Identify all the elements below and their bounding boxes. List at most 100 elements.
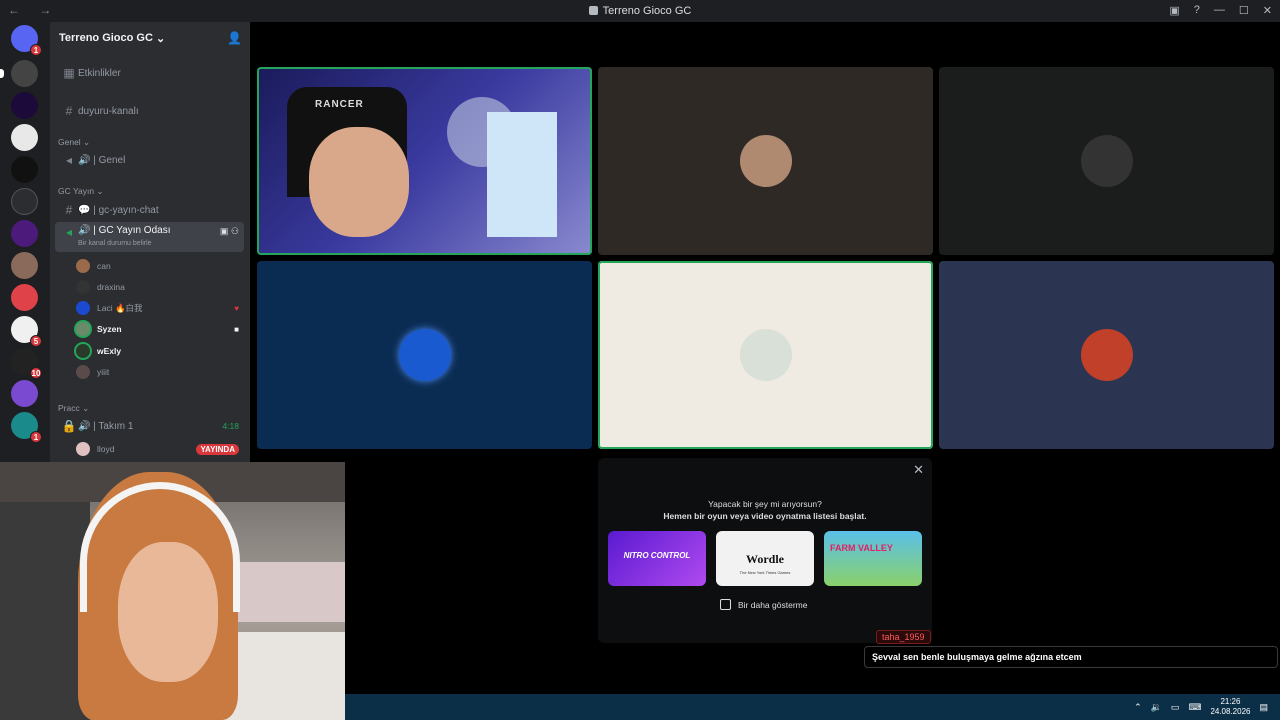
window-titlebar: ← → Terreno Gioco GC ▣ ? — ☐ ✕ <box>0 0 1280 22</box>
channel-gc-yayin-odasi[interactable]: ◂ 🔊 | GC Yayın Odası Bir kanal durumu be… <box>55 222 244 252</box>
server-icon[interactable] <box>11 156 38 183</box>
channel-status[interactable]: Bir kanal durumu belirle <box>78 240 152 247</box>
server-icon[interactable]: 10 <box>11 348 42 379</box>
server-icon[interactable] <box>11 92 38 119</box>
category-gc-yayin[interactable]: GC Yayın ⌄ <box>58 186 104 197</box>
events-label: Etkinlikler <box>78 67 121 79</box>
stream-chat-overlay: taha_1959 Şevval sen benle buluşmaya gel… <box>864 627 1278 668</box>
channel-gc-yayin-chat[interactable]: # 💬 | gc-yayın-chat <box>55 199 244 221</box>
voice-user[interactable]: draxina <box>76 278 244 296</box>
voice-user[interactable]: can <box>76 257 244 275</box>
channel-label: 💬 | gc-yayın-chat <box>78 204 159 216</box>
server-icon[interactable] <box>11 188 38 215</box>
category-label: Genel <box>58 137 81 147</box>
maximize-button[interactable]: ☐ <box>1239 4 1249 17</box>
video-tile-speaking[interactable] <box>598 261 933 449</box>
close-window-button[interactable]: ✕ <box>1263 4 1272 17</box>
notification-icon[interactable]: ▤ <box>1259 702 1268 713</box>
hashtag-icon: # <box>65 104 73 118</box>
server-icon[interactable]: 5 <box>11 316 42 347</box>
volume-icon[interactable]: 🔉 <box>1151 702 1162 713</box>
notification-badge: 5 <box>30 335 42 347</box>
video-tile-user[interactable] <box>939 261 1274 449</box>
user-name: yiiit <box>97 367 110 377</box>
server-icon[interactable]: 1 <box>11 412 42 443</box>
guild-header[interactable]: Terreno Gioco GC ⌄ 👤 <box>50 22 250 54</box>
network-icon[interactable]: ▭ <box>1171 702 1180 713</box>
user-avatar <box>739 135 792 187</box>
video-tile-user[interactable] <box>257 261 592 449</box>
chat-username: taha_1959 <box>876 630 931 644</box>
server-icon[interactable] <box>11 284 38 311</box>
channel-takim-1[interactable]: 🔒 🔊 | Takım 1 4:18 <box>55 415 244 437</box>
server-icon[interactable] <box>0 60 38 87</box>
video-tile-user[interactable] <box>598 67 933 255</box>
activity-label: Wordle <box>746 552 784 566</box>
activity-wordle[interactable]: Wordle The New York Times Games <box>716 531 814 586</box>
clock[interactable]: 21:26 24.08.2026 <box>1210 697 1250 717</box>
invite-people-icon[interactable]: 👤 <box>227 31 242 45</box>
voice-user[interactable]: yiiit <box>76 363 244 381</box>
keyboard-icon[interactable]: ⌨ <box>1188 702 1201 713</box>
activity-label: FARM VALLEY <box>830 543 893 553</box>
channel-label: 🔊 | Takım 1 <box>78 420 134 432</box>
dont-show-again-checkbox[interactable]: Bir daha gösterme <box>720 599 807 610</box>
events-item[interactable]: ▦ Etkinlikler <box>55 62 244 84</box>
user-avatar <box>398 329 451 381</box>
guild-name: Terreno Gioco GC <box>59 32 153 44</box>
lock-icon: 🔒 <box>61 419 77 433</box>
category-pracc[interactable]: Pracc ⌄ <box>58 403 89 414</box>
user-name: wExly <box>97 346 122 356</box>
notification-badge: 1 <box>30 431 42 443</box>
video-tile-streamer[interactable]: RANCER <box>257 67 592 255</box>
voice-user[interactable]: Syzen ■ <box>76 320 244 338</box>
speaker-icon: ◂ <box>65 225 73 239</box>
server-icon[interactable] <box>11 380 38 407</box>
category-label: Pracc <box>58 403 80 413</box>
window-title: Terreno Gioco GC <box>0 5 1280 17</box>
live-badge: YAYINDA <box>196 443 239 455</box>
inbox-icon[interactable]: ▣ <box>1169 4 1179 17</box>
server-icon[interactable] <box>11 252 38 279</box>
avatar <box>76 280 90 294</box>
voice-user[interactable]: Laci 🔥白我 ♥ <box>76 299 244 317</box>
light-panel <box>487 112 557 237</box>
channel-genel-voice[interactable]: ◂ 🔊 | Genel <box>55 149 244 171</box>
chat-bubble-icon[interactable]: ▣ ⚇ <box>220 226 239 237</box>
video-tile-user[interactable] <box>939 67 1274 255</box>
user-name: draxina <box>97 282 125 292</box>
category-label: GC Yayın <box>58 186 95 196</box>
user-name: Laci 🔥白我 <box>97 303 143 313</box>
clock-time: 21:26 <box>1220 697 1241 706</box>
chevron-up-icon[interactable]: ⌃ <box>1134 702 1142 713</box>
close-icon[interactable]: ✕ <box>913 462 924 478</box>
channel-duyuru[interactable]: # duyuru-kanalı <box>55 100 244 122</box>
notification-badge: 1 <box>30 44 42 56</box>
popup-subtitle: Hemen bir oyun veya video oynatma listes… <box>663 511 867 521</box>
checkbox-label: Bir daha gösterme <box>738 599 808 610</box>
windows-taskbar: ⌃ 🔉 ▭ ⌨ 21:26 24.08.2026 ▤ <box>345 694 1280 720</box>
user-name: can <box>97 261 111 271</box>
checkbox-box[interactable] <box>720 599 731 610</box>
help-icon[interactable]: ? <box>1194 4 1200 17</box>
deafened-icon: ♥ <box>234 303 239 313</box>
avatar <box>76 344 90 358</box>
server-icon[interactable] <box>11 124 38 151</box>
avatar <box>76 322 90 336</box>
user-avatar <box>1080 329 1133 381</box>
activity-farm-valley[interactable]: FARM VALLEY <box>824 531 922 586</box>
channel-label: 🔊 | GC Yayın Odası <box>78 225 171 236</box>
window-title-text: Terreno Gioco GC <box>602 5 692 17</box>
minimize-button[interactable]: — <box>1214 4 1225 17</box>
avatar <box>76 301 90 315</box>
voice-user[interactable]: lloyd YAYINDA <box>76 440 244 458</box>
avatar <box>76 259 90 273</box>
server-icon[interactable] <box>11 220 38 247</box>
popup-question: Yapacak bir şey mi arıyorsun? <box>708 499 822 509</box>
voice-user[interactable]: wExly <box>76 342 244 360</box>
webcam-overlay <box>0 462 345 720</box>
activity-nitro-control[interactable]: NITRO CONTROL <box>608 531 706 586</box>
user-avatar <box>739 329 792 381</box>
category-genel[interactable]: Genel ⌄ <box>58 137 90 148</box>
home-button[interactable]: 1 <box>11 25 42 56</box>
